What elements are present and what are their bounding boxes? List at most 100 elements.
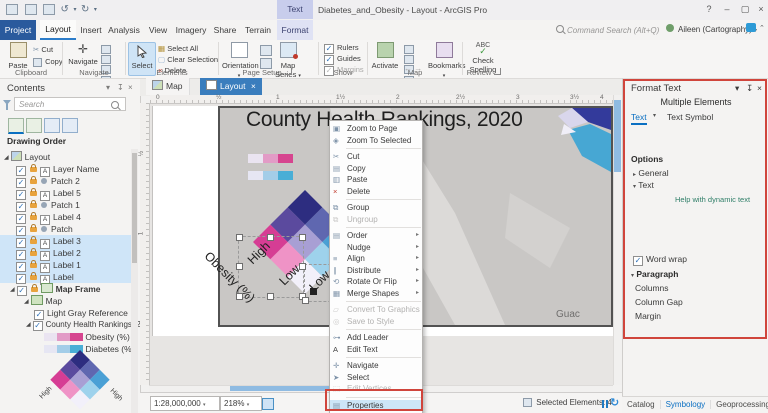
notifications-icon[interactable] [746,23,756,32]
project-icon[interactable] [43,4,56,16]
scale-combo[interactable]: 1:28,000,000 ▾ [150,396,220,411]
list-by-element-type-icon[interactable] [26,118,42,133]
tree-item-layout[interactable]: ◢ Layout [0,151,131,163]
menu-cut[interactable]: ✂ Cut [330,151,422,163]
menu-navigate[interactable]: ✛ Navigate [330,360,422,372]
filter-icon[interactable] [3,100,11,110]
menu-delete[interactable]: × Delete [330,186,422,198]
undo-dropdown-icon[interactable]: ▾ [73,7,76,13]
menu-merge-shapes[interactable]: ▦ Merge Shapes ▸ [330,288,422,300]
tab-insert[interactable]: Insert [78,20,104,40]
tree-item-patch-2[interactable]: ✓ Patch 2 [0,175,131,188]
menu-add-leader[interactable]: ⊶ Add Leader [330,332,422,344]
list-maps-icon[interactable] [44,118,60,133]
selection-anchor[interactable] [310,288,317,295]
expander-icon[interactable]: ◢ [10,287,15,293]
close-pane-icon[interactable]: × [128,83,133,92]
page-diabetes-ramp[interactable] [248,171,293,181]
menu-copy[interactable]: ▤ Copy [330,163,422,175]
cut-button[interactable]: ✂ Cut [33,45,53,55]
tab-imagery[interactable]: Imagery [174,20,208,40]
pause-drawing-icon[interactable] [601,398,609,408]
tab-project[interactable]: Project [0,20,36,40]
select-all-button[interactable]: ▦ Select All [158,44,198,54]
tree-item-light-gray-reference[interactable]: ✓ Light Gray Reference [0,307,131,320]
menu-rotate-or-flip[interactable]: ⟲ Rotate Or Flip ▸ [330,276,422,288]
tab-terrain[interactable]: Terrain [242,20,274,40]
collapse-ribbon-icon[interactable]: ⌃ [759,24,765,32]
expander-icon[interactable]: ◢ [4,155,9,161]
menu-order[interactable]: ▤ Order ▸ [330,230,422,242]
menu-paste[interactable]: ▥ Paste [330,174,422,186]
menu-distribute[interactable]: ∥ Distribute ▸ [330,265,422,277]
qat-customize-icon[interactable]: ▾ [94,7,97,13]
tree-item-patch[interactable]: ✓ Patch [0,223,131,236]
selection-handle[interactable] [299,263,306,270]
selection-handle[interactable] [302,297,309,304]
contents-search-input[interactable]: Search [14,97,126,111]
tab-analysis[interactable]: Analysis [106,20,142,40]
menu-group[interactable]: ⧉ Group [330,202,422,214]
menu-nudge[interactable]: Nudge ▸ [330,242,422,254]
page-obesity-ramp[interactable] [248,154,293,164]
menu-select[interactable]: ➤ Select [330,372,422,384]
page-guides-icon[interactable] [260,45,272,56]
tree-item-county-health-rankings[interactable]: ◢ ✓ County Health Rankings, 2020 [0,319,154,331]
minimize-button[interactable]: – [719,0,735,18]
view-tab-layout[interactable]: Layout × [200,78,262,95]
navigate-extra-icons[interactable] [99,44,121,105]
help-button[interactable]: ? [701,0,717,18]
tab-share[interactable]: Share [210,20,240,40]
selection-handle[interactable] [299,234,306,241]
maximize-button[interactable]: ▢ [737,0,753,18]
selection-handle[interactable] [267,234,274,241]
list-by-drawing-order-icon[interactable] [8,118,24,134]
pin-icon[interactable]: ↧ [117,83,124,92]
tab-format[interactable]: Format [277,20,313,40]
open-project-icon[interactable] [24,4,37,16]
view-tab-map[interactable]: Map [146,78,190,95]
menu-zoom-to-selected[interactable]: ◈ Zoom To Selected [330,135,422,147]
tree-item-label-5[interactable]: ✓ A Label 5 [0,187,131,201]
expander-icon[interactable]: ◢ [26,322,31,328]
dock-tab-symbology[interactable]: Symbology [660,400,712,409]
selection-handle[interactable] [236,293,243,300]
pane-menu-icon[interactable]: ▾ [106,83,110,92]
close-button[interactable]: × [753,0,768,18]
tab-view[interactable]: View [144,20,172,40]
tree-item-patch-1[interactable]: ✓ Patch 1 [0,199,131,212]
refresh-icon[interactable]: ↻ [610,396,619,409]
contents-scrollbar-thumb[interactable] [132,153,137,263]
rulers-checkbox[interactable]: ✓ Rulers [324,43,359,54]
dock-tab-catalog[interactable]: Catalog [622,400,661,409]
selection-handle[interactable] [236,234,243,241]
command-search[interactable]: Command Search (Alt+Q) [556,25,659,35]
copy-button[interactable]: Copy [33,57,63,67]
selection-handle[interactable] [267,293,274,300]
dock-tab-geoprocessing[interactable]: Geoprocessing [711,400,768,409]
tab-layout[interactable]: Layout [40,20,76,40]
snap-grid-icon[interactable] [262,398,274,410]
clear-selection-button[interactable]: ▢ Clear Selection [158,55,218,65]
save-icon[interactable] [6,4,18,16]
guides-checkbox[interactable]: ✓ Guides [324,54,361,65]
tree-item-label[interactable]: ✓ A Label [0,271,131,285]
selection-handle[interactable] [236,263,243,270]
tree-item-layer-name[interactable]: ✓ A Layer Name [0,163,131,177]
tree-item-map[interactable]: ◢ Map [0,295,131,307]
tree-item-label-4[interactable]: ✓ A Label 4 [0,211,131,225]
zoom-combo[interactable]: 218% ▾ [220,396,262,411]
tree-item-map-frame[interactable]: ◢ ✓ Map Frame [0,283,131,296]
tree-item-label-1[interactable]: ✓ A Label 1 [0,259,131,273]
menu-align[interactable]: ≡ Align ▸ [330,253,422,265]
list-map-frames-icon[interactable] [62,118,78,133]
page-setup-launcher-icon[interactable] [284,68,292,75]
redo-icon[interactable]: ↻ [81,4,89,15]
tree-item-label-2[interactable]: ✓ A Label 2 [0,247,131,261]
vertical-scrollbar-thumb[interactable] [614,100,621,172]
menu-edit-text[interactable]: A Edit Text [330,344,422,356]
tree-item-label-3[interactable]: ✓ A Label 3 [0,235,131,249]
close-tab-icon[interactable]: × [251,81,256,91]
review-launcher-icon[interactable] [494,68,502,75]
menu-zoom-to-page[interactable]: ▣ Zoom to Page [330,123,422,135]
